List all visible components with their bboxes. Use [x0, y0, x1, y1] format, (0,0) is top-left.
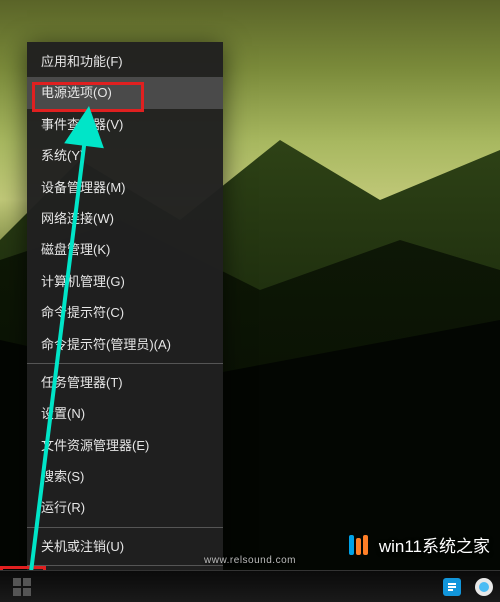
menu-settings[interactable]: 设置(N) — [27, 398, 223, 429]
menu-system[interactable]: 系统(Y) — [27, 140, 223, 171]
menu-cmd[interactable]: 命令提示符(C) — [27, 297, 223, 328]
menu-event-viewer[interactable]: 事件查看器(V) — [27, 109, 223, 140]
menu-apps-features[interactable]: 应用和功能(F) — [27, 46, 223, 77]
watermark-url: www.relsound.com — [204, 555, 296, 566]
menu-separator — [27, 565, 223, 566]
watermark-text: win11系统之家 — [379, 532, 490, 557]
menu-shutdown-signout[interactable]: 关机或注销(U) — [27, 531, 223, 562]
menu-disk-management[interactable]: 磁盘管理(K) — [27, 234, 223, 265]
menu-search[interactable]: 搜索(S) — [27, 461, 223, 492]
taskbar-app-2[interactable] — [468, 573, 500, 601]
menu-cmd-admin[interactable]: 命令提示符(管理员)(A) — [27, 329, 223, 360]
windows-logo-icon — [13, 578, 31, 596]
taskbar — [0, 570, 500, 602]
start-button[interactable] — [0, 571, 44, 602]
menu-power-options[interactable]: 电源选项(O) — [27, 77, 223, 108]
taskbar-app-1[interactable] — [436, 573, 468, 601]
menu-computer-management[interactable]: 计算机管理(G) — [27, 266, 223, 297]
watermark: win11系统之家 — [349, 532, 490, 557]
menu-task-manager[interactable]: 任务管理器(T) — [27, 367, 223, 398]
watermark-logo-icon — [349, 533, 373, 557]
menu-network-connections[interactable]: 网络连接(W) — [27, 203, 223, 234]
menu-separator — [27, 363, 223, 364]
winx-context-menu: 应用和功能(F)电源选项(O)事件查看器(V)系统(Y)设备管理器(M)网络连接… — [27, 42, 223, 602]
menu-device-manager[interactable]: 设备管理器(M) — [27, 172, 223, 203]
menu-run[interactable]: 运行(R) — [27, 492, 223, 523]
menu-file-explorer[interactable]: 文件资源管理器(E) — [27, 430, 223, 461]
menu-separator — [27, 527, 223, 528]
